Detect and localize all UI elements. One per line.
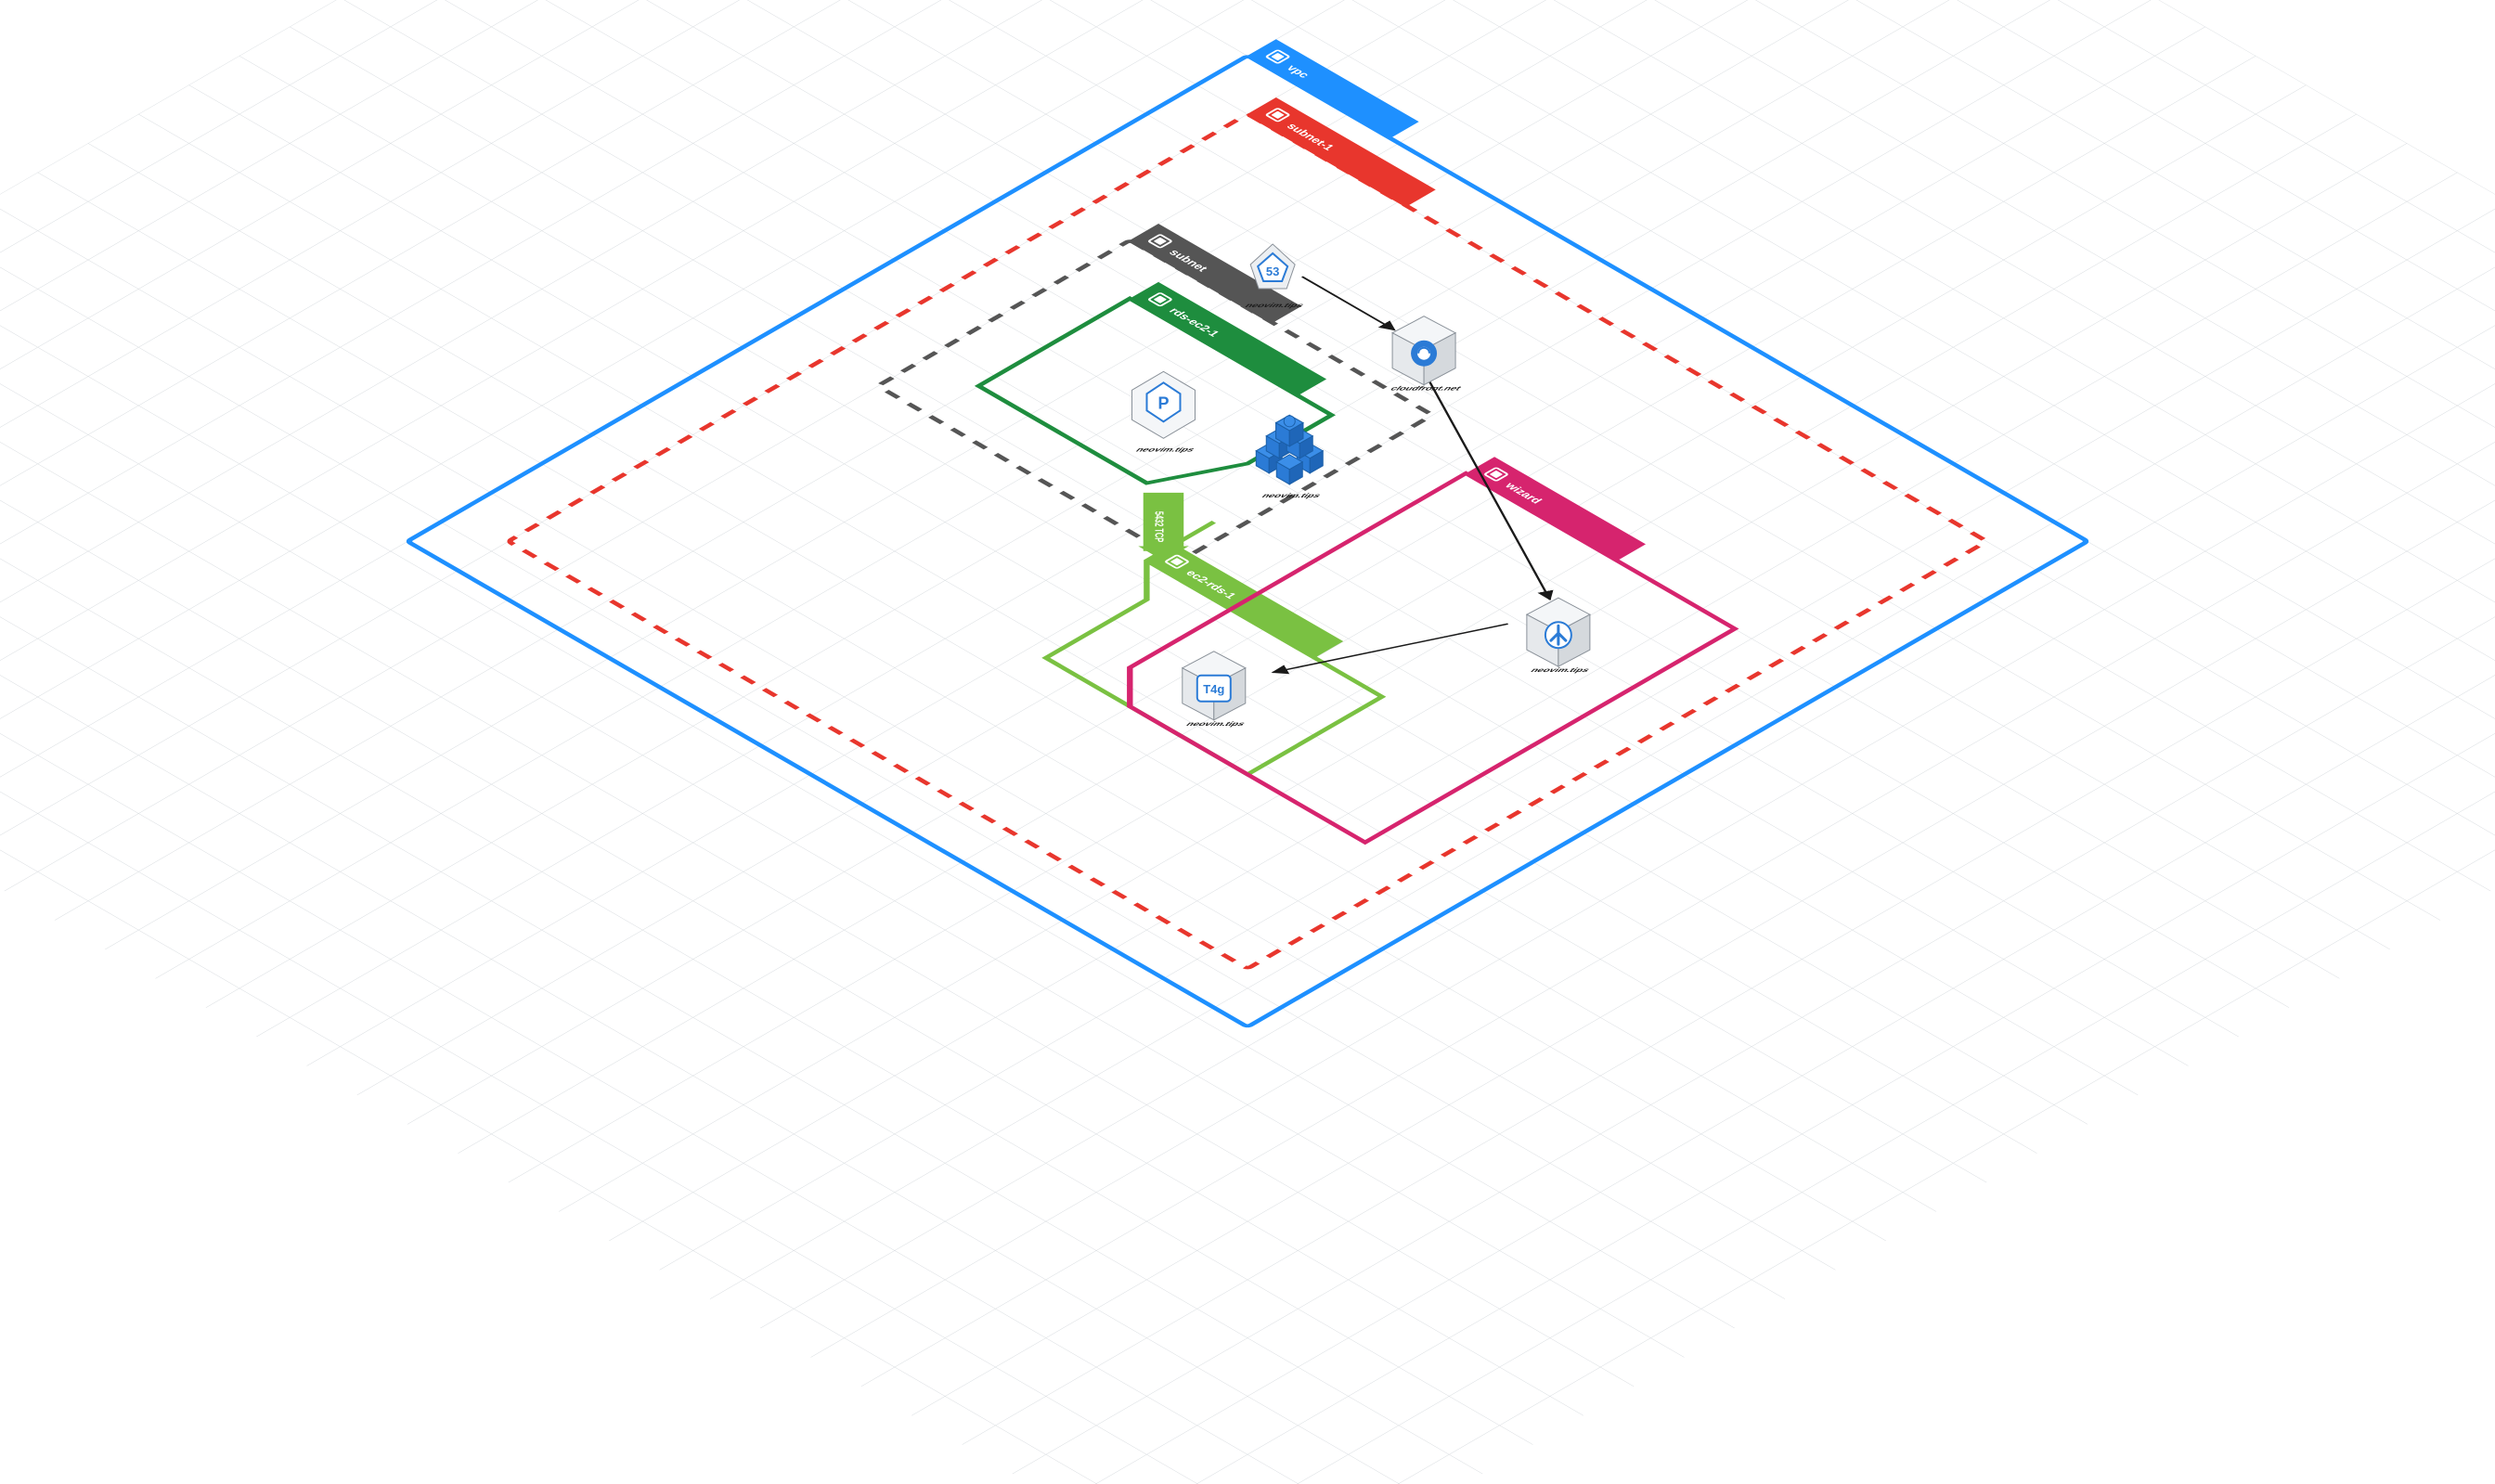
- diagram-canvas[interactable]: vpc subnet-1: [0, 0, 2495, 1484]
- node-rds-label: neovim.tips: [1133, 446, 1197, 453]
- svg-text:neovim.tips: neovim.tips: [1260, 493, 1324, 499]
- node-s3-label: neovim.tips: [1260, 493, 1324, 499]
- svg-text:53: 53: [1266, 265, 1279, 278]
- connection-sg-link-label: 5432 TCP: [1152, 511, 1164, 542]
- svg-text:neovim.tips: neovim.tips: [1133, 446, 1197, 453]
- node-ec2-label: neovim.tips: [1183, 721, 1248, 728]
- node-codecommit-label: neovim.tips: [1528, 667, 1592, 674]
- svg-text:neovim.tips: neovim.tips: [1243, 303, 1307, 309]
- svg-text:neovim.tips: neovim.tips: [1183, 721, 1248, 728]
- node-cloudfront-icon: [1411, 341, 1437, 367]
- node-ec2-icon: T4g: [1197, 676, 1231, 702]
- node-cloudfront-label: cloudfront.net: [1388, 386, 1464, 393]
- iso-world: vpc subnet-1: [0, 0, 2495, 1484]
- svg-text:neovim.tips: neovim.tips: [1528, 667, 1592, 674]
- node-codecommit-icon: [1545, 622, 1571, 648]
- svg-text:T4g: T4g: [1203, 682, 1224, 696]
- grid: [0, 0, 2495, 1484]
- svg-text:cloudfront.net: cloudfront.net: [1388, 386, 1464, 393]
- svg-text:P: P: [1157, 394, 1169, 412]
- node-route53-label: neovim.tips: [1243, 303, 1307, 309]
